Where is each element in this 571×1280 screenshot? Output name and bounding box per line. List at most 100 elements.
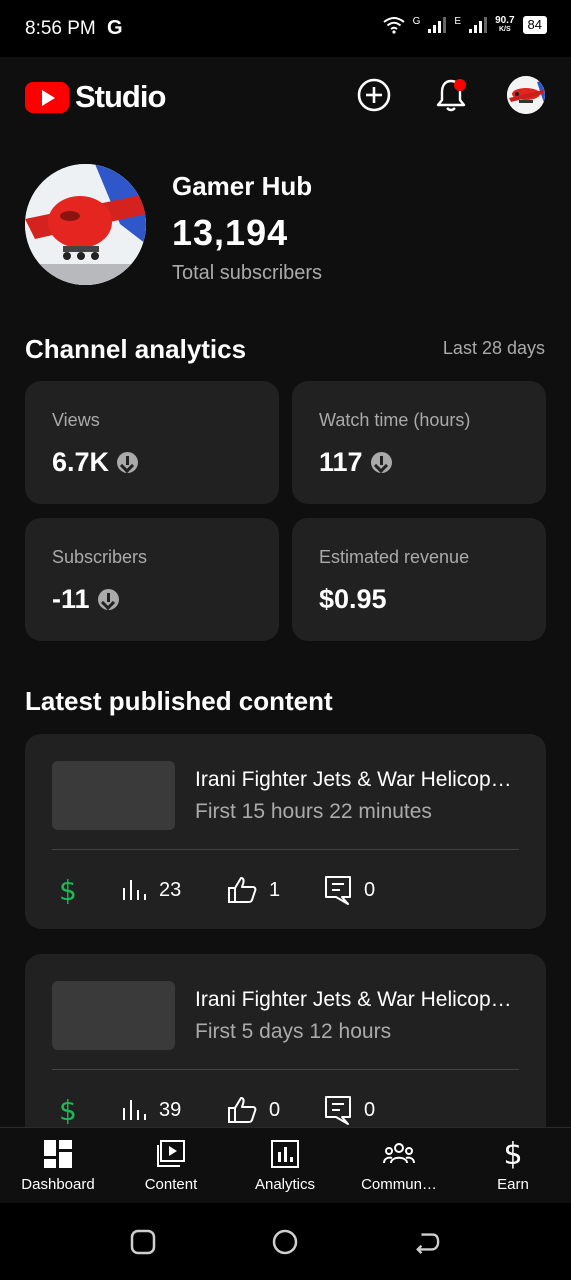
status-bar: 8:56 PM G G E 90.7 K/S 84 [0,0,571,57]
nav-label: Content [144,1176,198,1193]
arrow-down-circle-icon [97,589,119,610]
divider [52,1069,519,1070]
video-card[interactable]: Irani Fighter Jets & War Helicop… First … [25,954,546,1127]
wifi-icon [382,17,405,34]
channel-avatar[interactable] [25,164,146,285]
stat-value: 117 [319,447,392,478]
video-age: First 5 days 12 hours [195,1020,392,1043]
stat-label: Estimated revenue [319,547,470,567]
analytics-icon [269,1138,301,1170]
views-metric: 39 [121,1094,181,1126]
video-title[interactable]: Irani Fighter Jets & War Helicop… [195,988,525,1012]
logo-text: Studio [75,79,166,114]
stat-card-views[interactable]: Views 6.7K [25,381,279,504]
channel-name: Gamer Hub [172,171,313,201]
airplane-image [25,164,146,285]
monetization-status[interactable]: $ [59,1093,77,1127]
stat-card-subscribers[interactable]: Subscribers -11 [25,518,279,641]
google-icon: G [107,17,123,39]
bar-chart-icon [123,880,146,900]
divider [52,849,519,850]
stat-value: -11 [52,584,119,615]
studio-screen: Studio Gamer Hub 13,194 Total subscriber… [0,57,571,1127]
subscriber-label: Total subscribers [172,262,323,284]
stat-card-revenue[interactable]: Estimated revenue $0.95 [292,518,546,641]
back-icon[interactable] [414,1229,440,1255]
signal2-label: E [454,16,462,27]
nav-community[interactable]: Commun… [342,1128,456,1204]
nav-label: Commun… [361,1176,437,1193]
stat-label: Subscribers [52,547,148,567]
video-metrics: $ 23 1 0 [59,873,499,907]
nav-label: Dashboard [21,1176,95,1193]
thumbs-up-icon [228,877,257,903]
thumbs-up-icon [228,1097,257,1123]
stat-number: 6.7K [52,447,110,477]
comments-count: 0 [364,1098,376,1121]
home-icon[interactable] [272,1229,298,1255]
subscriber-count: 13,194 [172,212,289,253]
signal1-label: G [412,16,421,27]
comments-metric: 0 [324,1094,375,1126]
net-speed: 90.7 K/S [495,15,515,34]
video-thumbnail[interactable] [52,981,175,1050]
nav-dashboard[interactable]: Dashboard [1,1128,115,1204]
signal-icon [428,17,447,33]
video-title[interactable]: Irani Fighter Jets & War Helicop… [195,768,525,792]
stat-number: 117 [319,447,363,477]
account-avatar[interactable] [507,76,545,114]
dashboard-icon [42,1138,74,1170]
stat-label: Watch time (hours) [319,410,471,430]
comments-metric: 0 [324,874,375,906]
stat-number: -11 [52,584,90,614]
arrow-down-circle-icon [370,452,392,473]
earn-icon: $ [503,1136,523,1172]
arrow-down-circle-icon [117,452,139,473]
app-bar: Studio [0,57,571,135]
stat-value: 6.7K [52,447,139,478]
system-nav-bar [0,1203,571,1280]
views-metric: 23 [121,874,181,906]
comment-icon [325,1096,351,1125]
community-icon [383,1138,415,1170]
battery-icon: 84 [522,16,547,34]
stat-card-watch-time[interactable]: Watch time (hours) 117 [292,381,546,504]
create-button[interactable] [356,77,392,113]
stat-number: $0.95 [319,584,387,614]
plane-avatar-icon [507,76,545,114]
plus-circle-icon [357,78,391,112]
recents-icon[interactable] [130,1229,156,1255]
bottom-nav: Dashboard Content Analytics Commun… $ Ea… [0,1127,571,1203]
video-thumbnail[interactable] [52,761,175,830]
monetization-status[interactable]: $ [59,873,77,907]
likes-count: 0 [269,1098,281,1121]
dollar-icon: $ [59,873,77,907]
bar-chart-icon [123,1100,146,1120]
likes-metric: 1 [227,874,280,906]
video-card[interactable]: Irani Fighter Jets & War Helicop… First … [25,734,546,929]
comment-icon [325,876,351,905]
nav-label: Earn [497,1176,529,1193]
analytics-title: Channel analytics [25,334,247,364]
signal-icon-2 [469,17,488,33]
stat-value: $0.95 [319,584,387,615]
notifications-button[interactable] [433,77,469,113]
likes-metric: 0 [227,1094,280,1126]
latest-content-title: Latest published content [25,686,333,716]
views-count: 23 [159,878,182,901]
video-metrics: $ 39 0 0 [59,1093,499,1127]
studio-logo[interactable]: Studio [25,79,166,115]
nav-content[interactable]: Content [114,1128,228,1204]
analytics-period[interactable]: Last 28 days [443,338,545,359]
nav-label: Analytics [254,1176,316,1193]
likes-count: 1 [269,878,281,901]
dollar-icon: $ [59,1093,77,1127]
views-count: 39 [159,1098,182,1121]
content-icon [155,1138,187,1170]
video-age: First 15 hours 22 minutes [195,800,432,823]
nav-earn[interactable]: $ Earn [456,1128,570,1204]
comments-count: 0 [364,878,376,901]
nav-analytics[interactable]: Analytics [228,1128,342,1204]
bell-icon [436,79,466,112]
stat-label: Views [52,410,100,430]
